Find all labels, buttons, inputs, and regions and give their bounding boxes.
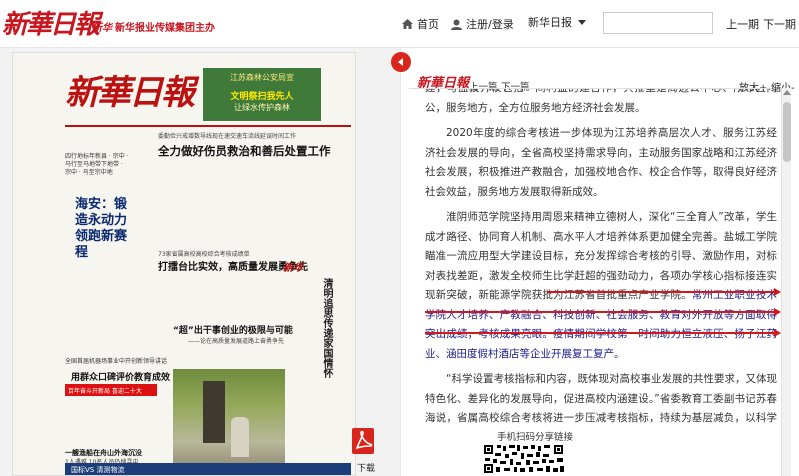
np-headline-haian[interactable]: 海安：锻造永动力 领跑新赛程 <box>75 197 137 261</box>
np-red-banner: 百年奋斗开新局 喜迎二十大 <box>65 384 157 396</box>
nav-home-label: 首页 <box>417 18 439 31</box>
chevron-down-icon <box>578 19 586 25</box>
np-headline-qingming[interactable]: 清明追思传递家国情怀 <box>318 278 332 378</box>
share-qr-label: 手机扫码分享链接 <box>497 432 574 443</box>
user-icon <box>451 19 462 30</box>
newspaper-pane: 新華日報 江苏森林公安局宣 文明祭扫我先人 让绿水传护森林 委勤俭兴戒增数导线现… <box>0 48 400 476</box>
np-subhead-limits: ——论在高质量发展道路上奋勇争先 <box>188 338 285 345</box>
nav-home[interactable]: 首页 <box>402 16 439 32</box>
scroll-up-arrow-icon[interactable] <box>783 90 791 95</box>
nav-login-label: 注册/登录 <box>466 18 514 31</box>
home-icon <box>402 19 413 29</box>
annotation-underline-2 <box>425 308 781 316</box>
slogan-mark: 新华 <box>92 23 112 34</box>
search-input[interactable] <box>603 12 713 34</box>
article-pane: 新華日報 上一篇 下一篇 放大+ 缩小- 建，与盐技开校包括一间利益的建合作，共… <box>391 48 799 476</box>
site-slogan: 新华 新华报业传媒集团主办 <box>92 19 215 34</box>
np-item-1: 全国首届机器场事业中开创新领导讲话 <box>65 358 168 365</box>
pdf-icon <box>355 430 373 450</box>
pdf-download-button[interactable] <box>352 428 374 454</box>
next-issue-link[interactable]: 下一期 <box>763 16 796 32</box>
article-para-0: 建，与盐技开校包括一间利益的建合作，共推里是周边公中心、所布区内公，服务地方，全… <box>425 89 777 114</box>
np-headline-reputation[interactable]: 用群众口碑评价教育成效 <box>71 370 170 383</box>
paper-select-value: 新华日报 <box>528 16 572 29</box>
np-photo-person <box>231 417 249 457</box>
newspaper-page[interactable]: 新華日報 江苏森林公安局宣 文明祭扫我先人 让绿水传护森林 委勤俭兴戒增数导线现… <box>12 52 356 476</box>
nav-login[interactable]: 注册/登录 <box>451 16 514 32</box>
article-scrollbar-thumb[interactable] <box>783 102 791 162</box>
np-bottom-banner: 国标VS 清测物流 <box>65 463 351 475</box>
np-headline-limits[interactable]: “超”出干事创业的极限与可能 <box>173 323 293 336</box>
slogan-text: 新华报业传媒集团主办 <box>115 23 215 34</box>
article-para-1: 2020年度的综合考核进一步体现为江苏培养高层次人才、服务江苏经济社会发展的导向… <box>425 127 777 198</box>
article-para-3: “科学设置考核指标和内容，既体现对高校事业发展的共性要求，又体现特色化、差异化的… <box>425 373 777 432</box>
collapse-pane-button[interactable] <box>391 52 411 72</box>
np-photo[interactable] <box>173 369 285 473</box>
np-section-logo: 新华 <box>283 263 303 274</box>
ad-sub-text: 让绿水传护森林 <box>234 103 290 112</box>
ad-top-text: 江苏森林公安局宣 <box>230 73 294 82</box>
article-scrollbar[interactable] <box>781 88 791 476</box>
share-qr-code[interactable] <box>483 444 565 474</box>
article-body: 建，与盐技开校包括一间利益的建合作，共推里是周边公中心、所布区内公，服务地方，全… <box>425 89 777 432</box>
site-logo[interactable]: 新華日報 <box>2 4 100 41</box>
np-left-column: 四行地标年新县 · 宗中 · 马行至马地带下地带 · 宗中 · 马至宗中地 <box>65 153 129 176</box>
newspaper-ad[interactable]: 江苏森林公安局宣 文明祭扫我先人 让绿水传护森林 <box>203 68 321 121</box>
annotation-underline-1 <box>547 288 781 296</box>
np-headline-main[interactable]: 全力做好伤员救治和善后处置工作 <box>158 143 331 159</box>
annotation-underline-3 <box>425 329 781 337</box>
pdf-download-label[interactable]: 下载 <box>357 461 375 474</box>
newspaper-masthead: 新華日報 <box>65 73 195 113</box>
ad-big-text: 文明祭扫我先人 <box>230 92 294 102</box>
np-kicker-1: 委勤俭兴戒增数导线现在速交速车流线延误时间工作 <box>158 133 297 140</box>
masthead-rule <box>65 125 351 127</box>
article-para-2a: 淮阴师范学院坚持用周恩来精神立德树人，深化“三全育人”改革，学生成才路径、协同育… <box>425 211 777 301</box>
article-para-2: 淮阴师范学院坚持用周恩来精神立德树人，深化“三全育人”改革，学生成才路径、协同育… <box>425 208 777 364</box>
prev-issue-link[interactable]: 上一期 <box>726 16 759 32</box>
paper-select[interactable]: 新华日报 <box>524 11 590 33</box>
top-header: 新華日報 新华 新华报业传媒集团主办 首页 注册/登录 新华日报 上一期 下一期 <box>0 0 799 48</box>
np-photo-stone <box>203 381 225 443</box>
np-kicker-2: 73家省属高校高校综合考核成绩单 <box>158 251 250 258</box>
